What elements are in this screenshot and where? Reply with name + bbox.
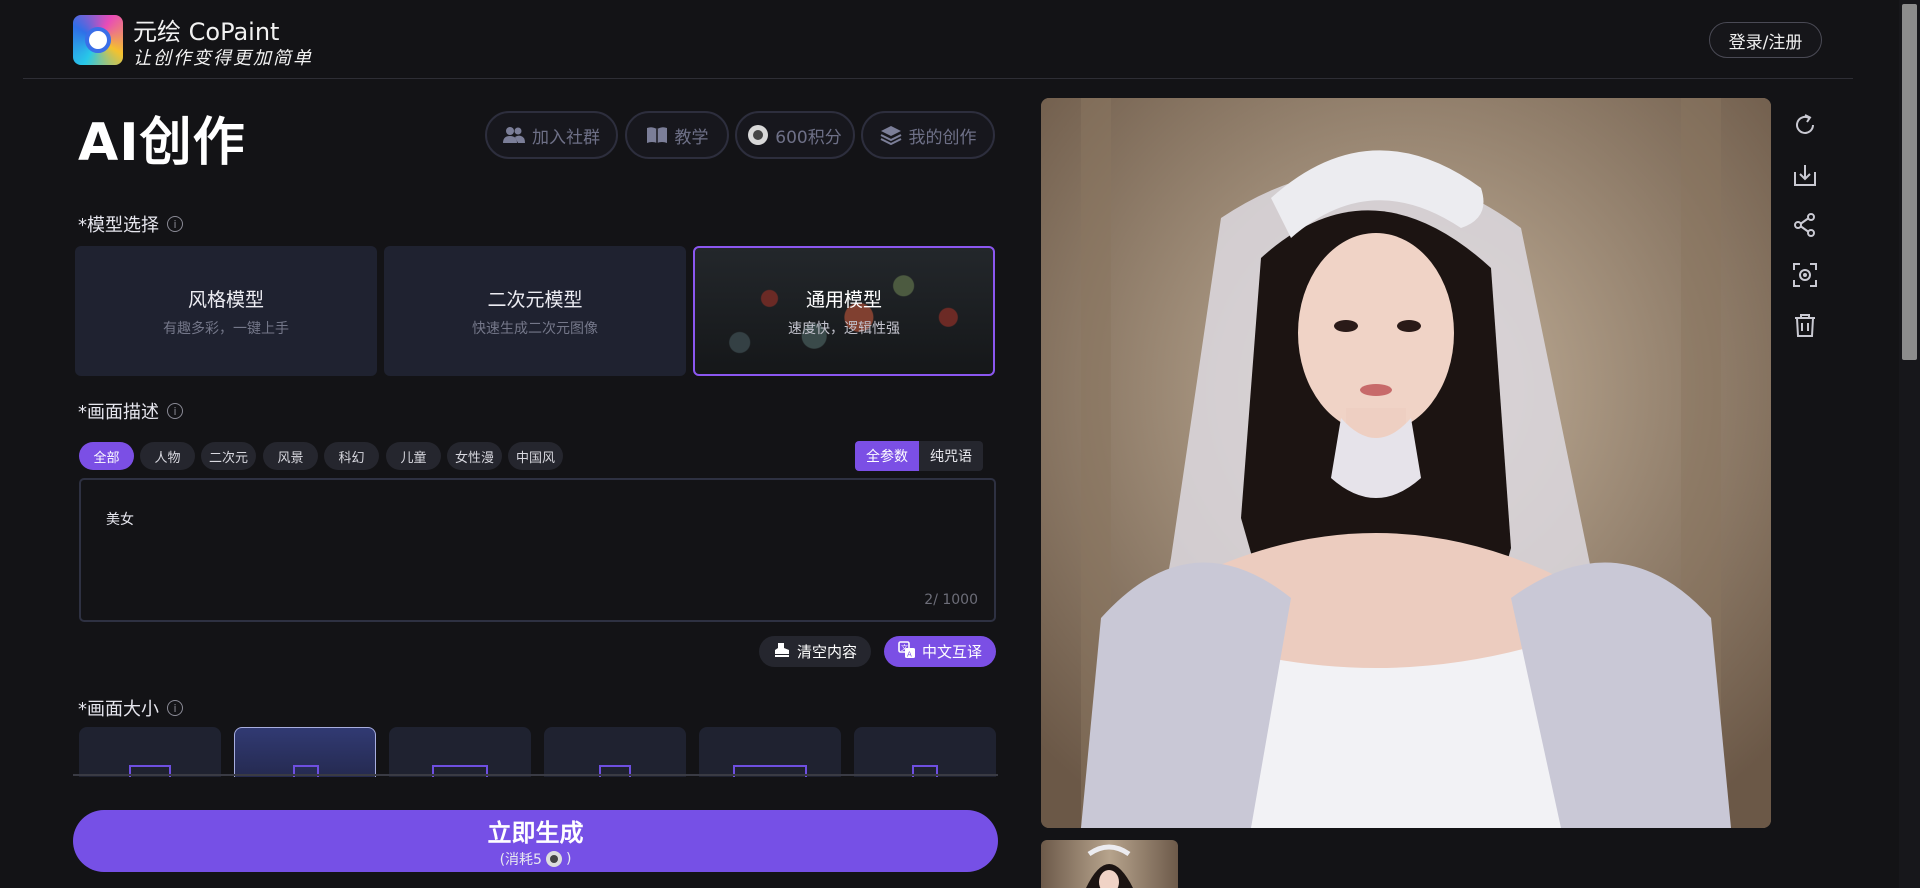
portrait-illustration xyxy=(1041,98,1771,828)
translate-button[interactable]: 文A 中文互译 xyxy=(884,636,996,667)
trash-icon xyxy=(1795,314,1815,337)
my-creations-label: 我的创作 xyxy=(908,127,977,148)
tutorial-label: 教学 xyxy=(674,127,709,148)
model-card-title: 二次元模型 xyxy=(487,288,583,311)
brand-logo[interactable] xyxy=(73,15,123,65)
prompt-value: 美女 xyxy=(106,512,134,528)
points-label: 600积分 xyxy=(775,127,842,148)
size-option[interactable] xyxy=(854,727,996,777)
model-card-title: 通用模型 xyxy=(805,288,882,311)
tag-anime[interactable]: 二次元 xyxy=(201,442,256,470)
cost-suffix: ) xyxy=(565,851,572,867)
scan-button[interactable] xyxy=(1791,261,1819,289)
size-option[interactable] xyxy=(79,727,221,777)
brand-name: 元绘 CoPaint xyxy=(133,18,280,46)
tag-chinese-style[interactable]: 中国风 xyxy=(508,442,563,470)
share-button[interactable] xyxy=(1791,211,1819,239)
model-card-subtitle: 有趣多彩，一键上手 xyxy=(163,320,289,337)
model-section-title: *模型选择 xyxy=(78,215,159,236)
model-card-title: 风格模型 xyxy=(187,288,264,311)
tag-all[interactable]: 全部 xyxy=(79,442,134,470)
size-option[interactable] xyxy=(389,727,531,777)
generated-image[interactable] xyxy=(1041,98,1771,828)
tag-children[interactable]: 儿童 xyxy=(386,442,441,470)
tag-landscape[interactable]: 风景 xyxy=(263,442,318,470)
scrollbar-thumb[interactable] xyxy=(1902,4,1917,360)
model-card-general[interactable]: 通用模型 速度快，逻辑性强 xyxy=(693,246,995,376)
coin-icon xyxy=(545,851,562,867)
svg-text:A: A xyxy=(907,650,912,658)
prompt-section-title: *画面描述 xyxy=(78,402,159,423)
mode-pure-prompt[interactable]: 纯咒语 xyxy=(919,441,983,471)
brand-slogan: 让创作变得更加简单 xyxy=(133,48,313,69)
book-icon xyxy=(646,125,668,145)
clear-content-label: 清空内容 xyxy=(796,643,857,661)
tag-female-comic[interactable]: 女性漫 xyxy=(447,442,502,470)
generate-button[interactable]: 立即生成 (消耗5 ) xyxy=(73,810,998,872)
mode-full-params[interactable]: 全参数 xyxy=(855,441,919,471)
model-section-label: *模型选择 i xyxy=(78,211,183,237)
join-community-label: 加入社群 xyxy=(532,127,600,148)
eraser-icon xyxy=(773,642,791,662)
size-section-label: *画面大小 i xyxy=(78,695,183,721)
model-card-subtitle: 快速生成二次元图像 xyxy=(472,320,598,337)
translate-icon: 文A xyxy=(898,640,916,663)
points-button[interactable]: 600积分 xyxy=(735,111,855,159)
prompt-textarea[interactable]: 美女 2/ 1000 xyxy=(79,478,996,622)
char-counter: 2/ 1000 xyxy=(924,592,978,608)
prompt-section-label: *画面描述 i xyxy=(78,398,183,424)
clear-content-button[interactable]: 清空内容 xyxy=(759,636,871,667)
coin-icon xyxy=(748,125,769,145)
regenerate-button[interactable] xyxy=(1791,111,1819,139)
info-icon[interactable]: i xyxy=(167,216,183,232)
login-button[interactable]: 登录/注册 xyxy=(1709,22,1822,58)
delete-button[interactable] xyxy=(1791,311,1819,339)
users-icon xyxy=(503,125,525,145)
layers-icon xyxy=(880,125,902,145)
prompt-mode-toggle: 全参数 纯咒语 xyxy=(855,441,983,471)
size-option-selected[interactable] xyxy=(234,727,376,777)
share-icon xyxy=(1794,213,1815,237)
tag-scifi[interactable]: 科幻 xyxy=(324,442,379,470)
generate-cost: (消耗5 ) xyxy=(499,849,572,869)
logo-mark xyxy=(85,27,111,53)
join-community-button[interactable]: 加入社群 xyxy=(485,111,618,159)
model-card-anime[interactable]: 二次元模型 快速生成二次元图像 xyxy=(384,246,686,376)
refresh-icon xyxy=(1796,114,1814,134)
header-divider xyxy=(23,78,1853,79)
thumbnail-illustration xyxy=(1086,844,1133,888)
scroll-fade-divider xyxy=(73,774,998,776)
info-icon[interactable]: i xyxy=(167,403,183,419)
size-option[interactable] xyxy=(544,727,686,777)
download-icon xyxy=(1794,165,1816,186)
model-card-subtitle: 速度快，逻辑性强 xyxy=(788,320,900,337)
size-option[interactable] xyxy=(699,727,841,777)
tutorial-button[interactable]: 教学 xyxy=(625,111,729,159)
image-thumbnail[interactable] xyxy=(1041,840,1178,888)
scan-icon xyxy=(1793,263,1817,287)
my-creations-button[interactable]: 我的创作 xyxy=(861,111,995,159)
page-title: AI创作 xyxy=(78,113,246,173)
cost-prefix: (消耗5 xyxy=(499,852,542,868)
download-button[interactable] xyxy=(1791,161,1819,189)
header: 元绘 CoPaint 让创作变得更加简单 登录/注册 xyxy=(0,0,1880,80)
info-icon[interactable]: i xyxy=(167,700,183,716)
tag-people[interactable]: 人物 xyxy=(140,442,195,470)
model-card-style[interactable]: 风格模型 有趣多彩，一键上手 xyxy=(75,246,377,376)
generate-label: 立即生成 xyxy=(487,819,584,847)
translate-label: 中文互译 xyxy=(921,643,982,661)
size-section-title: *画面大小 xyxy=(78,699,159,720)
